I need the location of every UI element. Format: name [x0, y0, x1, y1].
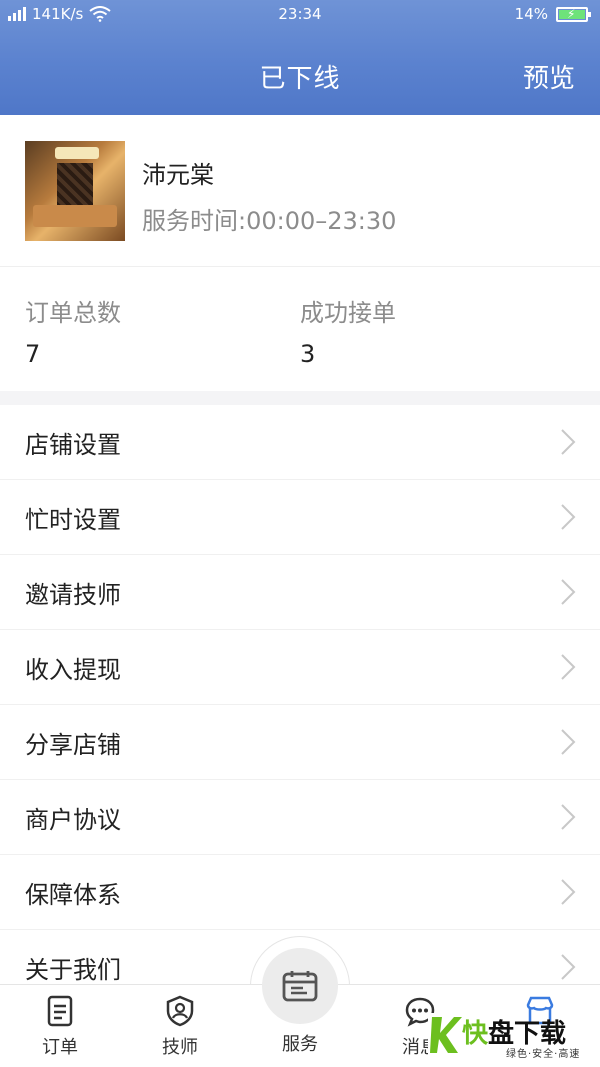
menu-item-label: 收入提现: [25, 656, 121, 684]
stat-value: 3: [300, 340, 316, 368]
chevron-right-icon: [561, 654, 576, 680]
stats-panel: 订单总数 7 成功接单 3: [0, 267, 600, 391]
status-time: 23:34: [278, 5, 322, 23]
tab-service[interactable]: 服务: [260, 948, 340, 1056]
menu-item-merchant-agreement[interactable]: 商户协议: [0, 780, 600, 855]
battery-icon: ⚡: [556, 6, 591, 22]
order-list-icon: [47, 995, 73, 1027]
status-bar: 141K/s 23:34 14% ⚡: [0, 0, 600, 30]
app-header: 141K/s 23:34 14% ⚡ 已下线 预览: [0, 0, 600, 115]
menu-item-label: 邀请技师: [25, 581, 121, 609]
menu-item-invite-technician[interactable]: 邀请技师: [0, 555, 600, 630]
page-title: 已下线: [259, 64, 341, 94]
title-bar: 已下线 预览: [0, 40, 600, 110]
shop-photo: [25, 141, 125, 241]
menu-item-store-settings[interactable]: 店铺设置: [0, 405, 600, 480]
chevron-right-icon: [561, 954, 576, 980]
chevron-right-icon: [561, 729, 576, 755]
tab-orders[interactable]: 订单: [20, 995, 100, 1059]
shop-card[interactable]: 沛元棠 服务时间:00:00–23:30: [0, 115, 600, 267]
menu-item-label: 忙时设置: [25, 506, 121, 534]
chevron-right-icon: [561, 879, 576, 905]
stat-total-orders: 订单总数 7: [25, 293, 121, 368]
chevron-right-icon: [561, 804, 576, 830]
battery-percent: 14%: [514, 5, 548, 23]
chevron-right-icon: [561, 504, 576, 530]
watermark: 快盘下载 绿色·安全·高速: [428, 1013, 598, 1060]
watermark-logo-icon: [428, 1013, 462, 1055]
tab-technicians[interactable]: 技师: [140, 995, 220, 1059]
shop-name: 沛元棠: [142, 161, 214, 189]
menu-item-withdraw-income[interactable]: 收入提现: [0, 630, 600, 705]
technician-shield-icon: [166, 995, 194, 1027]
calendar-icon: [282, 971, 318, 1002]
status-right: 14% ⚡: [514, 5, 591, 23]
menu-item-busy-settings[interactable]: 忙时设置: [0, 480, 600, 555]
menu-item-label: 店铺设置: [25, 431, 121, 459]
menu-item-label: 关于我们: [25, 956, 121, 984]
menu-item-label: 分享店铺: [25, 731, 121, 759]
stat-value: 7: [25, 340, 41, 368]
menu-item-share-store[interactable]: 分享店铺: [0, 705, 600, 780]
tab-label: 订单: [42, 1037, 78, 1058]
service-button[interactable]: [262, 948, 338, 1024]
stat-label: 成功接单: [300, 299, 396, 327]
watermark-tagline: 绿色·安全·高速: [506, 1049, 581, 1060]
menu-item-guarantee-system[interactable]: 保障体系: [0, 855, 600, 930]
shop-hours: 服务时间:00:00–23:30: [142, 207, 397, 235]
tab-label: 技师: [162, 1037, 198, 1058]
stat-accepted-orders: 成功接单 3: [300, 293, 396, 368]
section-divider: [0, 391, 600, 405]
preview-button[interactable]: 预览: [523, 58, 575, 95]
settings-menu: 店铺设置 忙时设置 邀请技师 收入提现 分享店铺 商户协议 保障体系 关于我们: [0, 405, 600, 1005]
chevron-right-icon: [561, 429, 576, 455]
tab-label: 服务: [282, 1034, 318, 1055]
menu-item-label: 商户协议: [25, 806, 121, 834]
menu-item-label: 保障体系: [25, 881, 121, 909]
chevron-right-icon: [561, 579, 576, 605]
stat-label: 订单总数: [25, 299, 121, 327]
